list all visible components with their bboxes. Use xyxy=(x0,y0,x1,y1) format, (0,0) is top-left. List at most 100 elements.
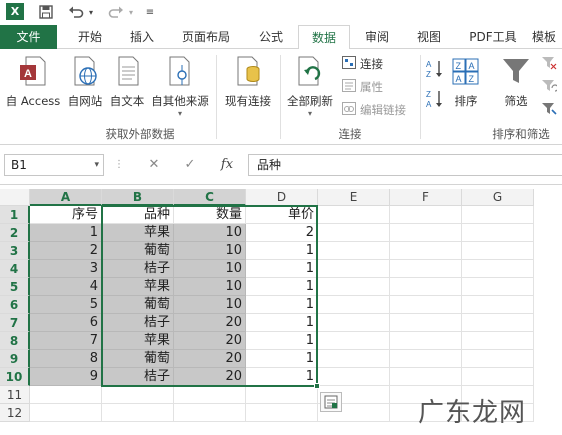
properties-button[interactable]: 属性 xyxy=(342,79,383,95)
row-header-4[interactable]: 4 xyxy=(0,260,30,278)
cell-a4[interactable]: 3 xyxy=(30,260,102,278)
cell-c7[interactable]: 20 xyxy=(174,314,246,332)
cell-c12[interactable] xyxy=(174,404,246,422)
cell-f7[interactable] xyxy=(390,314,462,332)
cell-b4[interactable]: 桔子 xyxy=(102,260,174,278)
cell-f3[interactable] xyxy=(390,242,462,260)
cell-c9[interactable]: 20 xyxy=(174,350,246,368)
cell-b7[interactable]: 桔子 xyxy=(102,314,174,332)
tab-templates[interactable]: 模板 xyxy=(532,25,562,49)
cell-c1[interactable]: 数量 xyxy=(174,206,246,224)
row-header-1[interactable]: 1 xyxy=(0,206,30,224)
row-header-3[interactable]: 3 xyxy=(0,242,30,260)
cell-g9[interactable] xyxy=(462,350,534,368)
cell-b9[interactable]: 葡萄 xyxy=(102,350,174,368)
redo-dropdown-icon[interactable]: ▾ xyxy=(126,3,136,21)
cell-e9[interactable] xyxy=(318,350,390,368)
cell-e10[interactable] xyxy=(318,368,390,386)
name-box[interactable]: B1 ▾ xyxy=(4,154,104,176)
tab-pdf-tools[interactable]: PDF工具 xyxy=(462,25,524,49)
cell-g2[interactable] xyxy=(462,224,534,242)
cell-e1[interactable] xyxy=(318,206,390,224)
cell-a11[interactable] xyxy=(30,386,102,404)
refresh-all-button[interactable]: 全部刷新 ▾ xyxy=(284,55,336,118)
cell-g4[interactable] xyxy=(462,260,534,278)
tab-insert[interactable]: 插入 xyxy=(118,25,166,49)
cell-a9[interactable]: 8 xyxy=(30,350,102,368)
cell-c5[interactable]: 10 xyxy=(174,278,246,296)
insert-function-button[interactable]: fx xyxy=(212,154,242,176)
cell-e6[interactable] xyxy=(318,296,390,314)
existing-connections-button[interactable]: 现有连接 xyxy=(220,55,276,109)
row-header-8[interactable]: 8 xyxy=(0,332,30,350)
cell-d9[interactable]: 1 xyxy=(246,350,318,368)
cell-b2[interactable]: 苹果 xyxy=(102,224,174,242)
customize-icon[interactable]: ≡ xyxy=(144,3,156,21)
cell-d5[interactable]: 1 xyxy=(246,278,318,296)
cell-b1[interactable]: 品种 xyxy=(102,206,174,224)
excel-logo-icon[interactable]: X xyxy=(6,3,24,20)
cell-g3[interactable] xyxy=(462,242,534,260)
cell-d6[interactable]: 1 xyxy=(246,296,318,314)
quick-analysis-icon[interactable] xyxy=(320,392,342,412)
select-all-corner[interactable] xyxy=(0,189,30,206)
tab-home[interactable]: 开始 xyxy=(66,25,114,49)
cell-c3[interactable]: 10 xyxy=(174,242,246,260)
tab-formulas[interactable]: 公式 xyxy=(248,25,294,49)
from-text-button[interactable]: 自文本 xyxy=(106,55,148,109)
tab-review[interactable]: 审阅 xyxy=(354,25,400,49)
cell-b6[interactable]: 葡萄 xyxy=(102,296,174,314)
cell-d1[interactable]: 单价 xyxy=(246,206,318,224)
tab-view[interactable]: 视图 xyxy=(406,25,452,49)
from-web-button[interactable]: 自网站 xyxy=(64,55,106,109)
fill-handle[interactable] xyxy=(314,383,320,389)
cell-d2[interactable]: 2 xyxy=(246,224,318,242)
cell-f5[interactable] xyxy=(390,278,462,296)
connections-button[interactable]: 连接 xyxy=(342,56,383,72)
cell-f4[interactable] xyxy=(390,260,462,278)
cell-a12[interactable] xyxy=(30,404,102,422)
cell-e4[interactable] xyxy=(318,260,390,278)
cell-a1[interactable]: 序号 xyxy=(30,206,102,224)
row-header-7[interactable]: 7 xyxy=(0,314,30,332)
cell-f6[interactable] xyxy=(390,296,462,314)
cell-a10[interactable]: 9 xyxy=(30,368,102,386)
row-header-2[interactable]: 2 xyxy=(0,224,30,242)
undo-dropdown-icon[interactable]: ▾ xyxy=(86,3,96,21)
cell-f10[interactable] xyxy=(390,368,462,386)
filter-button[interactable]: 筛选 xyxy=(496,55,536,109)
column-header-f[interactable]: F xyxy=(390,189,462,206)
row-header-5[interactable]: 5 xyxy=(0,278,30,296)
row-header-6[interactable]: 6 xyxy=(0,296,30,314)
cell-e3[interactable] xyxy=(318,242,390,260)
cell-a6[interactable]: 5 xyxy=(30,296,102,314)
cell-g5[interactable] xyxy=(462,278,534,296)
from-other-sources-button[interactable]: 自其他来源 ▾ xyxy=(148,55,212,118)
cell-b12[interactable] xyxy=(102,404,174,422)
cell-b10[interactable]: 桔子 xyxy=(102,368,174,386)
cell-g6[interactable] xyxy=(462,296,534,314)
sort-button[interactable]: ZAAZ 排序 xyxy=(448,55,484,109)
cell-d8[interactable]: 1 xyxy=(246,332,318,350)
cell-d11[interactable] xyxy=(246,386,318,404)
from-access-button[interactable]: A 自 Access xyxy=(2,55,64,109)
name-box-dropdown-icon[interactable]: ▾ xyxy=(94,155,99,175)
column-header-e[interactable]: E xyxy=(318,189,390,206)
cell-a2[interactable]: 1 xyxy=(30,224,102,242)
cell-d4[interactable]: 1 xyxy=(246,260,318,278)
tab-file[interactable]: 文件 xyxy=(0,25,57,49)
cell-f9[interactable] xyxy=(390,350,462,368)
column-header-g[interactable]: G xyxy=(462,189,534,206)
cell-f2[interactable] xyxy=(390,224,462,242)
cell-f8[interactable] xyxy=(390,332,462,350)
save-icon[interactable] xyxy=(36,3,56,21)
cell-e2[interactable] xyxy=(318,224,390,242)
sort-ascending-button[interactable]: AZ xyxy=(426,59,444,82)
cell-g7[interactable] xyxy=(462,314,534,332)
cell-a7[interactable]: 6 xyxy=(30,314,102,332)
cell-c8[interactable]: 20 xyxy=(174,332,246,350)
cell-b8[interactable]: 苹果 xyxy=(102,332,174,350)
edit-links-button[interactable]: 编辑链接 xyxy=(342,102,406,118)
clear-filter-button[interactable] xyxy=(541,56,557,73)
formula-input[interactable]: 品种 xyxy=(248,154,562,176)
